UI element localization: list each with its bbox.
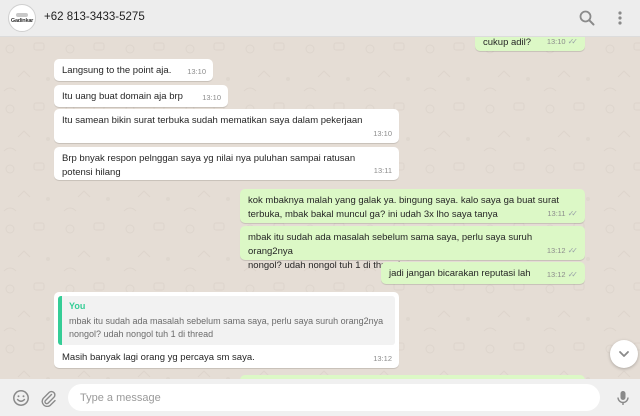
avatar[interactable]: Gadinkar — [8, 4, 36, 32]
logo-mark — [16, 12, 28, 17]
read-ticks-icon: ✓✓ — [567, 209, 579, 219]
scroll-to-bottom-button[interactable] — [610, 340, 638, 368]
outgoing-message[interactable]: jadi jangan bicarakan reputasi lah 13:12… — [381, 262, 585, 284]
message-time: 13:12 — [546, 269, 566, 279]
attach-icon[interactable] — [39, 389, 57, 408]
quoted-sender: You — [69, 301, 86, 311]
chevron-down-icon — [619, 351, 629, 357]
menu-icon[interactable] — [611, 9, 629, 27]
message-meta: 13:10 — [187, 67, 206, 78]
incoming-message[interactable]: Brp bnyak respon pelnggan saya yg nilai … — [54, 147, 399, 180]
message-time: 13:10 — [546, 37, 566, 46]
message-time: 13:12 — [546, 245, 566, 255]
contact-name[interactable]: +62 813-3433-5275 — [44, 11, 145, 23]
message-meta: 13:11 ✓✓ — [547, 208, 578, 220]
read-ticks-icon: ✓✓ — [567, 37, 579, 47]
message-meta: 13:12 ✓✓ — [547, 245, 578, 257]
message-text: Brp bnyak respon pelnggan saya yg nilai … — [62, 153, 356, 178]
quoted-text: mbak itu sudah ada masalah sebelum sama … — [69, 316, 384, 340]
message-meta: 13:10 ✓✓ — [547, 37, 578, 48]
message-text: cukup adil? — [483, 37, 532, 48]
message-meta: 13:11 — [374, 166, 392, 177]
emoji-icon[interactable] — [12, 389, 30, 407]
outgoing-message[interactable]: mbak itu sudah ada masalah sebelum sama … — [240, 226, 585, 271]
message-list[interactable]: cukup adil? 13:10 ✓✓ Langsung to the poin… — [0, 37, 640, 379]
avatar-logo-text: Gadinkar — [10, 17, 34, 24]
message-text: Itu uang buat domain aja brp — [62, 91, 183, 102]
quoted-message[interactable]: You mbak itu sudah ada masalah sebelum s… — [58, 296, 395, 346]
message-input[interactable] — [68, 384, 600, 411]
message-meta: 13:12 — [373, 354, 392, 365]
read-ticks-icon: ✓✓ — [567, 270, 579, 280]
message-time: 13:10 — [373, 129, 392, 139]
composer-bar — [0, 379, 640, 416]
message-meta: 13:12 ✓✓ — [547, 269, 578, 281]
message-time: 13:11 — [547, 208, 566, 218]
read-ticks-icon: ✓✓ — [567, 246, 579, 256]
message-text: Langsung to the point aja. — [62, 65, 172, 76]
message-time: 13:11 — [373, 166, 392, 176]
chat-header: Gadinkar +62 813-3433-5275 — [0, 0, 640, 37]
message-meta: 13:10 — [202, 93, 221, 104]
message-time: 13:10 — [187, 67, 206, 77]
outgoing-message[interactable]: kok mbaknya malah yang galak ya. bingung… — [240, 189, 585, 223]
incoming-reply-message[interactable]: You mbak itu sudah ada masalah sebelum s… — [54, 292, 399, 368]
incoming-message[interactable]: Itu samean bikin surat terbuka sudah mem… — [54, 109, 399, 143]
message-text: Itu samean bikin surat terbuka sudah mem… — [62, 115, 363, 126]
search-icon[interactable] — [578, 9, 596, 27]
microphone-icon[interactable] — [614, 389, 632, 407]
message-time: 13:12 — [373, 354, 392, 364]
incoming-message[interactable]: Itu uang buat domain aja brp 13:10 — [54, 85, 228, 107]
message-time: 13:10 — [202, 93, 221, 103]
message-text: jadi jangan bicarakan reputasi lah — [389, 268, 531, 279]
outgoing-message[interactable]: cukup adil? 13:10 ✓✓ — [475, 37, 585, 51]
incoming-message[interactable]: Langsung to the point aja. 13:10 — [54, 59, 213, 81]
message-meta: 13:10 — [373, 129, 392, 140]
message-text: Masih banyak lagi orang yg percaya sm sa… — [62, 352, 255, 364]
message-text: kok mbaknya malah yang galak ya. bingung… — [248, 195, 560, 220]
